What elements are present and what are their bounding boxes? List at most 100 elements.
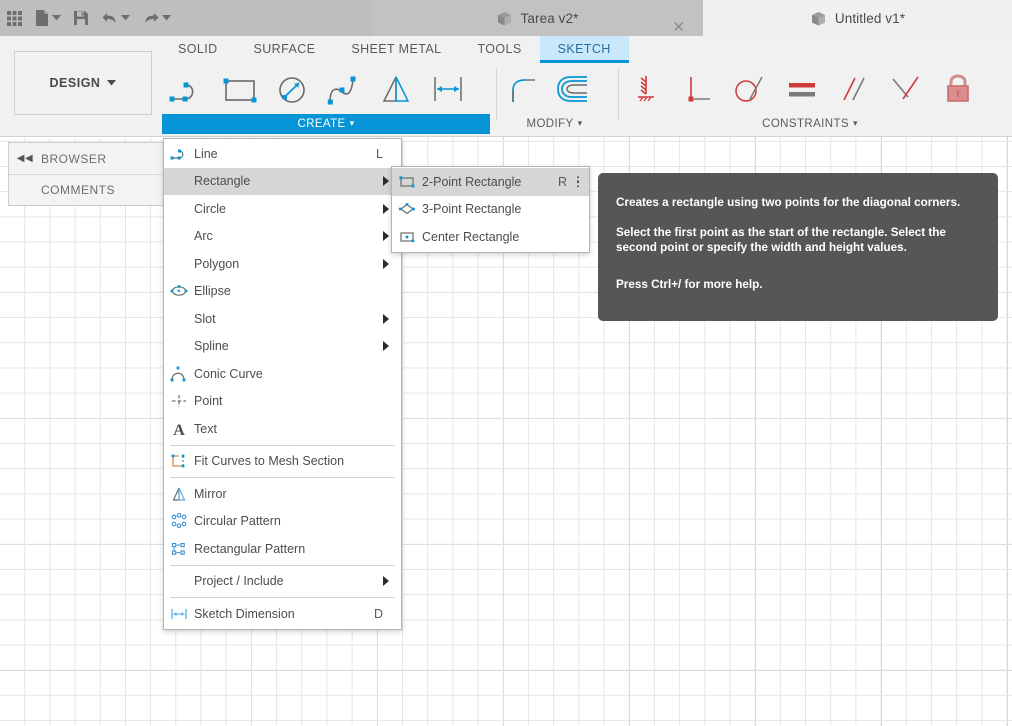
circular-pattern-icon: [164, 513, 194, 529]
create-dropdown-menu: Line L Rectangle Circle Arc Polygon Elli…: [163, 138, 402, 630]
document-tab-label: Untitled v1*: [834, 10, 906, 26]
fillet-icon[interactable]: [497, 64, 549, 114]
menu-item-fit-curves-to-mesh-section[interactable]: Fit Curves to Mesh Section: [164, 448, 401, 476]
lock-icon[interactable]: [932, 64, 984, 114]
menu-item-arc[interactable]: Arc: [164, 223, 401, 251]
fit-curves-icon: [164, 453, 194, 469]
menu-item-project-include[interactable]: Project / Include: [164, 568, 401, 596]
ellipse-icon: [164, 284, 194, 298]
fusion360-window: Tarea v2* ✕ Untitled v1* SOLID SURFACE S…: [0, 0, 1012, 726]
submenu-arrow-icon: [383, 341, 389, 352]
new-file-icon[interactable]: [29, 0, 67, 36]
chevron-down-icon: [121, 15, 130, 21]
menu-item-label: Rectangle: [194, 174, 251, 189]
line-icon[interactable]: [162, 64, 214, 114]
close-icon[interactable]: ✕: [672, 20, 685, 35]
submenu-item-3-point-rectangle[interactable]: 3-Point Rectangle: [392, 196, 589, 224]
line-icon: [164, 147, 194, 161]
fix-unfix-icon[interactable]: [620, 64, 672, 114]
ribbon-tab-sheet-metal[interactable]: SHEET METAL: [333, 36, 459, 63]
submenu-arrow-icon: [383, 231, 389, 242]
submenu-item-shortcut: R: [557, 174, 567, 189]
menu-item-label: Circle: [194, 201, 226, 216]
circle-icon[interactable]: [266, 64, 318, 114]
menu-separator: [170, 564, 395, 566]
panel-title-constraints[interactable]: CONSTRAINTS: [620, 114, 1000, 134]
tooltip-paragraph-2: Select the first point as the start of t…: [616, 226, 946, 254]
chevron-down-icon: [162, 15, 171, 21]
menu-item-rectangular-pattern[interactable]: Rectangular Pattern: [164, 535, 401, 563]
submenu-item-2-point-rectangle[interactable]: 2-Point Rectangle R: [392, 168, 589, 196]
menu-item-label: Polygon: [194, 256, 240, 271]
menu-item-label: Ellipse: [194, 284, 231, 299]
submenu-item-center-rectangle[interactable]: Center Rectangle: [392, 223, 589, 251]
submenu-arrow-icon: [383, 258, 389, 269]
undo-icon[interactable]: [95, 0, 136, 36]
submenu-item-label: 2-Point Rectangle: [422, 174, 522, 189]
create-tool-row: [162, 64, 490, 114]
perpendicular-icon[interactable]: [672, 64, 724, 114]
constraints-tool-row: [620, 64, 1000, 114]
workspace-selector[interactable]: DESIGN: [14, 51, 152, 115]
workspace-label: DESIGN: [49, 76, 101, 90]
offset-icon[interactable]: [549, 64, 601, 114]
panel-title-create[interactable]: CREATE: [162, 114, 490, 134]
menu-item-conic-curve[interactable]: Conic Curve: [164, 360, 401, 388]
mirror-icon[interactable]: [370, 64, 422, 114]
menu-item-sketch-dimension[interactable]: Sketch Dimension D: [164, 600, 401, 628]
sketch-dimension-icon: [164, 607, 194, 621]
sketch-canvas[interactable]: [0, 36, 1012, 726]
menu-item-point[interactable]: Point: [164, 388, 401, 416]
panel-title-modify[interactable]: MODIFY: [497, 114, 612, 134]
menu-item-text[interactable]: A Text: [164, 415, 401, 443]
menu-item-circular-pattern[interactable]: Circular Pattern: [164, 508, 401, 536]
quick-access-toolbar: [0, 0, 177, 36]
document-tab-label: Tarea v2*: [520, 10, 579, 26]
menu-item-ellipse[interactable]: Ellipse: [164, 278, 401, 306]
menu-item-line[interactable]: Line L: [164, 140, 401, 168]
ribbon-tab-solid[interactable]: SOLID: [160, 36, 236, 63]
menu-item-slot[interactable]: Slot: [164, 305, 401, 333]
menu-item-circle[interactable]: Circle: [164, 195, 401, 223]
grid-apps-icon[interactable]: [0, 0, 29, 36]
menu-item-shortcut: L: [376, 146, 383, 161]
rectangle-submenu: 2-Point Rectangle R 3-Point Rectangle Ce…: [391, 166, 590, 253]
redo-icon[interactable]: [136, 0, 177, 36]
menu-separator: [170, 477, 395, 478]
menu-item-rectangle[interactable]: Rectangle: [164, 167, 401, 195]
menu-item-spline[interactable]: Spline: [164, 333, 401, 361]
submenu-arrow-icon: [383, 203, 389, 214]
document-tab-active[interactable]: Tarea v2* ✕: [371, 0, 703, 36]
collapse-left-icon[interactable]: ◀◀: [9, 153, 41, 164]
spline-icon[interactable]: [318, 64, 370, 114]
cube-icon: [497, 11, 511, 25]
rectangular-pattern-icon: [164, 541, 194, 557]
ribbon-tab-surface[interactable]: SURFACE: [236, 36, 334, 63]
document-tab-untitled[interactable]: Untitled v1*: [703, 0, 1012, 36]
browser-row[interactable]: ◀◀ BROWSER: [9, 143, 164, 174]
parallel-icon[interactable]: [828, 64, 880, 114]
menu-item-label: Spline: [194, 339, 229, 354]
rectangle-icon[interactable]: [214, 64, 266, 114]
submenu-arrow-icon: [383, 576, 389, 587]
equal-icon[interactable]: [776, 64, 828, 114]
sketch-dimension-icon[interactable]: [422, 64, 474, 114]
menu-item-mirror[interactable]: Mirror: [164, 480, 401, 508]
menu-item-polygon[interactable]: Polygon: [164, 250, 401, 278]
comments-row[interactable]: COMMENTS: [9, 174, 164, 205]
tooltip-paragraph-1: Creates a rectangle using two points for…: [616, 196, 961, 209]
chevron-down-icon: [52, 15, 61, 21]
menu-item-label: Project / Include: [194, 574, 284, 589]
submenu-item-label: Center Rectangle: [422, 229, 520, 244]
tooltip-panel: Creates a rectangle using two points for…: [598, 173, 998, 321]
ribbon-tab-sketch[interactable]: SKETCH: [539, 36, 629, 63]
overflow-menu-icon[interactable]: [576, 176, 579, 188]
save-icon[interactable]: [67, 0, 95, 36]
coincident-icon[interactable]: [880, 64, 932, 114]
menu-item-label: Line: [194, 146, 218, 161]
ribbon-tab-tools[interactable]: TOOLS: [459, 36, 539, 63]
conic-curve-icon: [164, 366, 194, 382]
menu-separator: [170, 444, 395, 446]
tangent-icon[interactable]: [724, 64, 776, 114]
menu-item-label: Circular Pattern: [194, 514, 281, 529]
